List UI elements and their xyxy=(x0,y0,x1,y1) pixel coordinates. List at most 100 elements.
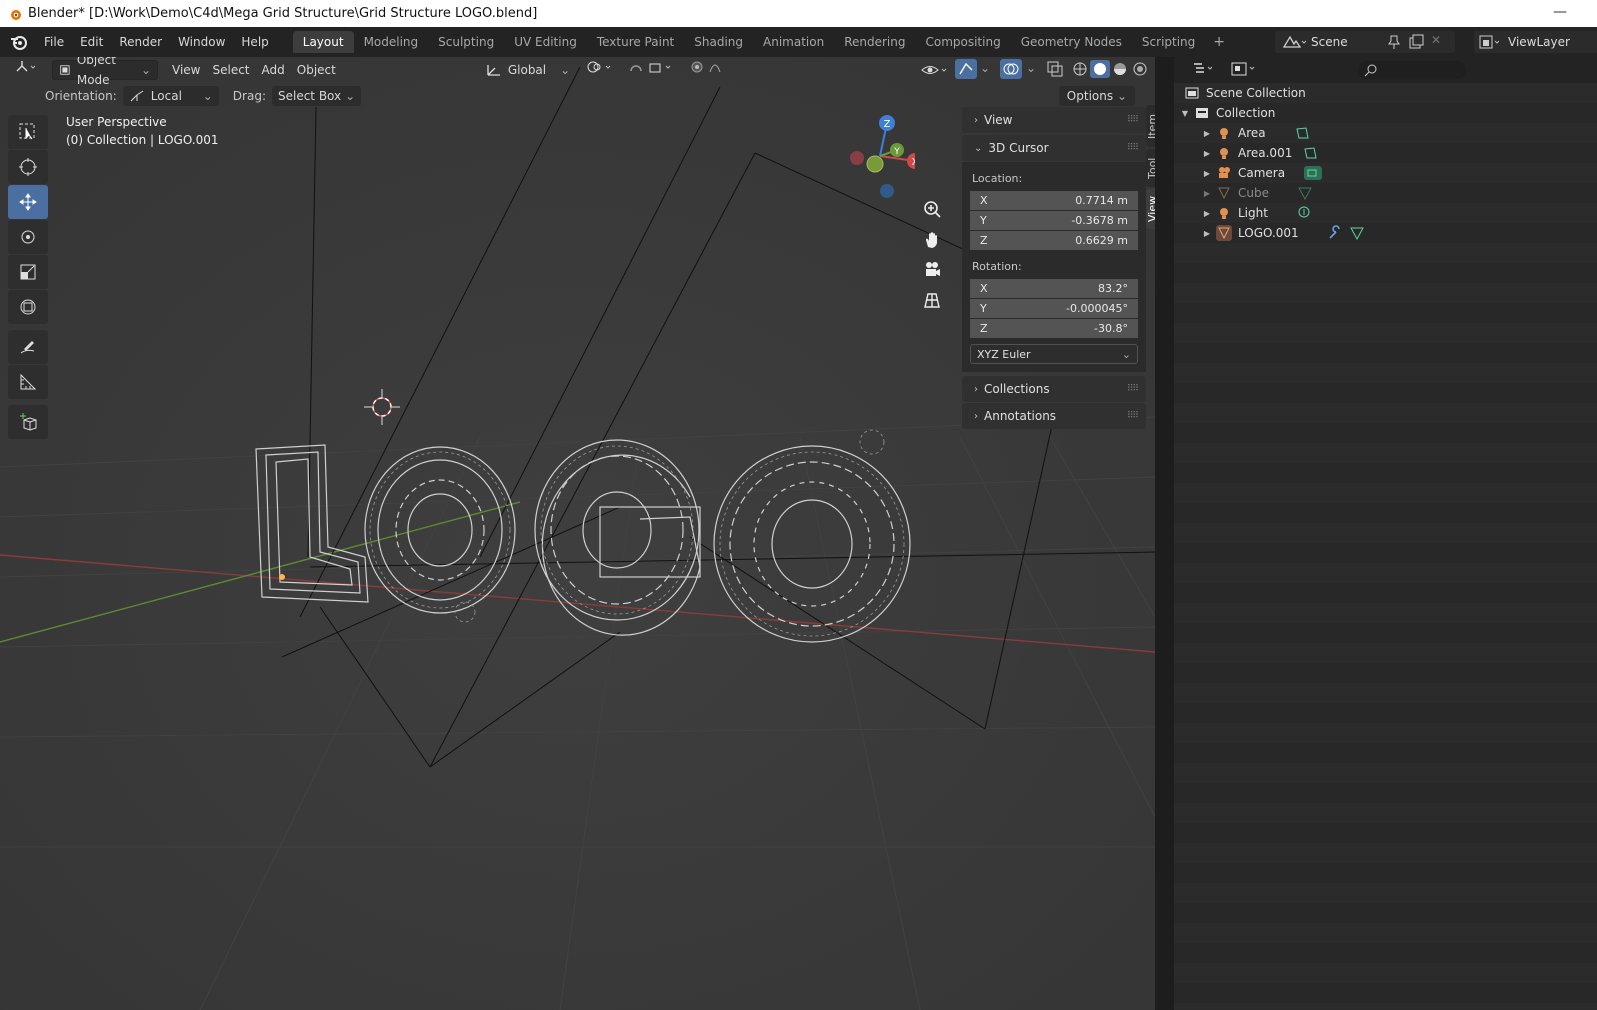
area-divider[interactable] xyxy=(1164,57,1174,1010)
expand-toggle-icon[interactable]: ▶ xyxy=(1202,169,1212,178)
tab-view[interactable]: View xyxy=(1146,189,1155,229)
menu-file[interactable]: File xyxy=(36,31,72,53)
minimize-button[interactable]: — xyxy=(1553,4,1567,20)
drag-grip-icon[interactable]: ⠿⠿ xyxy=(1127,143,1139,153)
camera-view-button[interactable] xyxy=(918,256,946,284)
scale-tool[interactable] xyxy=(8,255,48,289)
xray-toggle-button[interactable] xyxy=(1046,60,1064,81)
rotation-y-field[interactable]: Y -0.000045° xyxy=(970,299,1138,318)
tab-rendering[interactable]: Rendering xyxy=(834,31,915,53)
filter-button[interactable] xyxy=(1230,61,1260,80)
location-x-field[interactable]: X 0.7714 m xyxy=(970,191,1138,210)
view-layer-selector[interactable]: ViewLayer xyxy=(1474,31,1597,53)
expand-toggle-icon[interactable]: ▼ xyxy=(1180,109,1190,118)
neg-y-axis-handle[interactable] xyxy=(866,155,884,173)
rotation-x-field[interactable]: X 83.2° xyxy=(970,279,1138,298)
view-section-header[interactable]: › View ⠿⠿ xyxy=(962,107,1146,133)
tab-texture-paint[interactable]: Texture Paint xyxy=(587,31,684,53)
menu-view[interactable]: View xyxy=(166,60,206,80)
outliner-item-area[interactable]: ▶ Area xyxy=(1174,123,1597,143)
location-z-field[interactable]: Z 0.6629 m xyxy=(970,231,1138,250)
tab-scripting[interactable]: Scripting xyxy=(1132,31,1205,53)
collection-row[interactable]: ▼ Collection xyxy=(1174,103,1597,123)
camera-icon[interactable] xyxy=(1303,165,1323,181)
transform-tool[interactable] xyxy=(8,290,48,324)
tab-item[interactable]: Item xyxy=(1146,105,1155,147)
drag-grip-icon[interactable]: ⠿⠿ xyxy=(1127,411,1139,421)
blender-menu-icon[interactable] xyxy=(8,31,30,53)
outliner-item-cube[interactable]: ▶ Cube xyxy=(1174,183,1597,203)
rotate-tool[interactable] xyxy=(8,220,48,254)
shading-modes[interactable] xyxy=(1070,59,1152,79)
drag-grip-icon[interactable]: ⠿⠿ xyxy=(1127,384,1139,394)
pivot-point-button[interactable] xyxy=(580,60,622,80)
wrench-icon[interactable] xyxy=(1327,225,1343,241)
add-cube-tool[interactable] xyxy=(8,405,48,439)
ortho-toggle-button[interactable] xyxy=(918,286,946,314)
navigation-gizmo[interactable]: Z X Y xyxy=(845,113,915,203)
menu-select[interactable]: Select xyxy=(206,60,255,80)
menu-window[interactable]: Window xyxy=(170,31,233,53)
tab-modeling[interactable]: Modeling xyxy=(354,31,429,53)
visibility-button[interactable] xyxy=(920,60,950,83)
outliner-item-logo-001[interactable]: ▶ LOGO.001 xyxy=(1174,223,1597,243)
mode-selector[interactable]: Object Mode ⌄ xyxy=(52,57,158,87)
pan-button[interactable] xyxy=(918,226,946,254)
editor-type-button[interactable] xyxy=(8,60,46,80)
tab-sculpting[interactable]: Sculpting xyxy=(428,31,504,53)
menu-add[interactable]: Add xyxy=(256,60,291,80)
expand-toggle-icon[interactable]: ▶ xyxy=(1202,229,1212,238)
location-y-field[interactable]: Y -0.3678 m xyxy=(970,211,1138,230)
expand-toggle-icon[interactable]: ▶ xyxy=(1202,149,1212,158)
rotation-z-field[interactable]: Z -30.8° xyxy=(970,319,1138,338)
move-tool[interactable] xyxy=(8,185,48,219)
menu-edit[interactable]: Edit xyxy=(72,31,111,53)
neg-z-axis-handle[interactable] xyxy=(880,184,894,198)
delete-scene-icon[interactable]: ✕ xyxy=(1431,33,1441,47)
drag-grip-icon[interactable]: ⠿⠿ xyxy=(1127,115,1139,125)
mesh-icon[interactable] xyxy=(1297,185,1313,201)
light-icon[interactable] xyxy=(1302,145,1318,161)
gizmo-toggle-button[interactable] xyxy=(955,59,977,79)
outliner-item-area-001[interactable]: ▶ Area.001 xyxy=(1174,143,1597,163)
cursor-tool[interactable] xyxy=(8,150,48,184)
display-mode-button[interactable] xyxy=(1192,61,1218,80)
menu-render[interactable]: Render xyxy=(111,31,170,53)
zoom-button[interactable] xyxy=(918,196,946,224)
tab-compositing[interactable]: Compositing xyxy=(915,31,1010,53)
transform-orientation-selector[interactable]: Global ⌄ xyxy=(480,60,576,80)
tab-layout[interactable]: Layout xyxy=(292,31,354,53)
annotations-section-header[interactable]: › Annotations ⠿⠿ xyxy=(962,403,1146,429)
tab-animation[interactable]: Animation xyxy=(753,31,834,53)
expand-toggle-icon[interactable]: ▶ xyxy=(1202,129,1212,138)
snap-button[interactable] xyxy=(622,60,684,80)
new-scene-icon[interactable] xyxy=(1408,34,1424,50)
scene-collection-row[interactable]: Scene Collection xyxy=(1174,83,1597,103)
light-icon[interactable] xyxy=(1296,205,1312,221)
annotate-tool[interactable] xyxy=(8,330,48,364)
tab-geometry-nodes[interactable]: Geometry Nodes xyxy=(1011,31,1132,53)
outliner-search-input[interactable] xyxy=(1358,61,1466,79)
tab-shading[interactable]: Shading xyxy=(684,31,753,53)
orientation-selector[interactable]: Local ⌄ xyxy=(122,86,219,106)
cursor-section-header[interactable]: ⌄ 3D Cursor ⠿⠿ xyxy=(962,135,1146,161)
rotation-mode-select[interactable]: XYZ Euler ⌄ xyxy=(970,344,1138,364)
chevron-down-icon[interactable]: ⌄ xyxy=(980,61,990,75)
chevron-down-icon[interactable]: ⌄ xyxy=(1026,61,1036,75)
expand-toggle-icon[interactable]: ▶ xyxy=(1202,189,1212,198)
menu-help[interactable]: Help xyxy=(233,31,276,53)
outliner-item-light[interactable]: ▶ Light xyxy=(1174,203,1597,223)
light-icon[interactable] xyxy=(1294,125,1310,141)
collections-section-header[interactable]: › Collections ⠿⠿ xyxy=(962,376,1146,402)
expand-toggle-icon[interactable]: ▶ xyxy=(1202,209,1212,218)
select-box-tool[interactable] xyxy=(8,115,48,149)
add-workspace-button[interactable]: + xyxy=(1205,34,1233,50)
options-button[interactable]: Options ⌄ xyxy=(1058,86,1135,106)
drag-selector[interactable]: Select Box ⌄ xyxy=(271,86,362,106)
neg-x-axis-handle[interactable] xyxy=(850,151,864,165)
overlays-toggle-button[interactable] xyxy=(1000,59,1022,79)
proportional-edit-button[interactable] xyxy=(684,60,746,80)
pin-icon[interactable] xyxy=(1387,34,1401,50)
scene-selector[interactable]: Scene ✕ xyxy=(1275,31,1455,53)
3d-viewport[interactable]: Object Mode ⌄ View Select Add Object Glo… xyxy=(0,57,1155,1010)
